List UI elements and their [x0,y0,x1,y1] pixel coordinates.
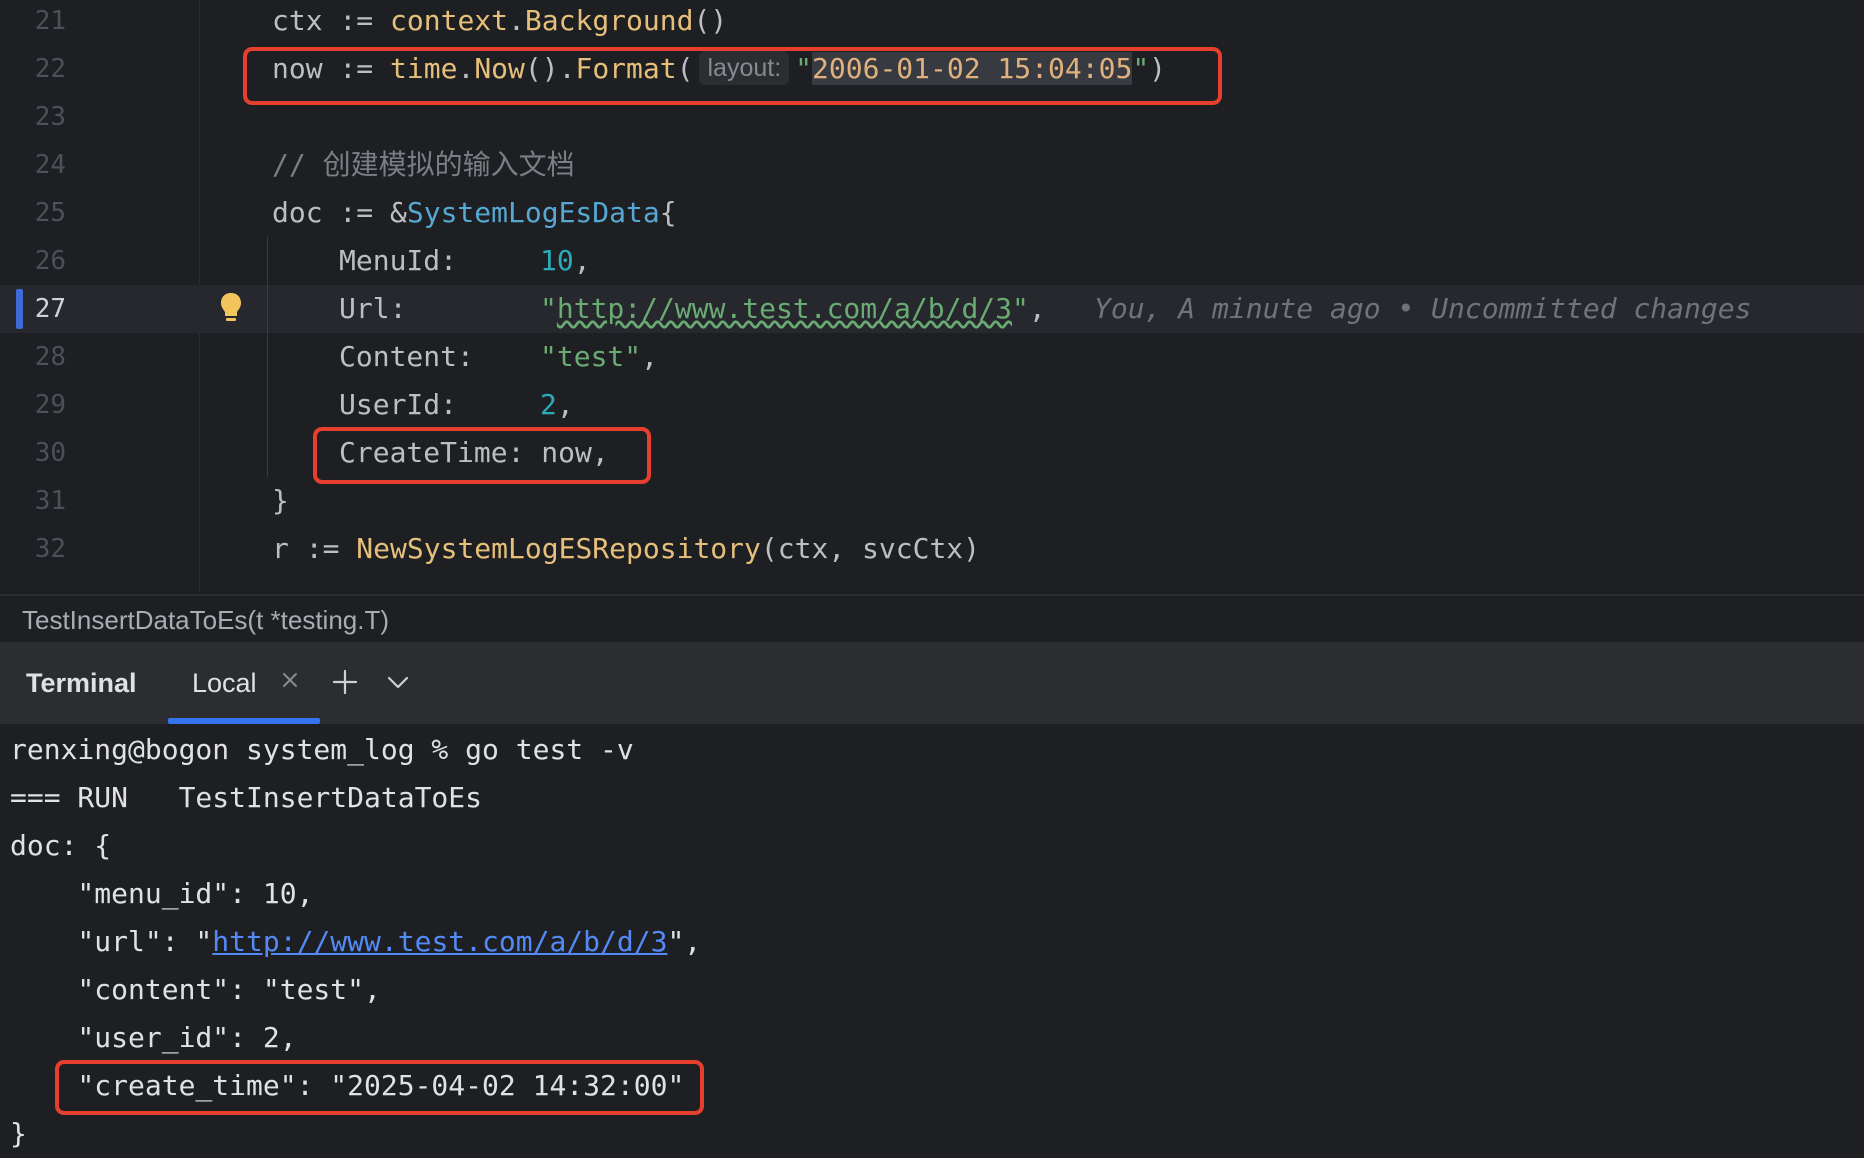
code-line[interactable]: 29 UserId: 2, [0,381,1864,429]
code-line-current[interactable]: 27 Url: "http://www.test.com/a/b/d/3", Y… [0,285,1864,333]
line-number: 31 [34,486,66,516]
terminal-line: "user_id": 2, [10,1021,297,1054]
code-line[interactable]: 25 doc := &SystemLogEsData{ [0,189,1864,237]
line-number: 22 [34,54,66,84]
highlight-box-createtime [313,427,651,484]
terminal-line: "content": "test", [10,973,381,1006]
code-line[interactable]: 26 MenuId: 10, [0,237,1864,285]
field-value: "http://www.test.com/a/b/d/3", [540,292,1046,325]
lightbulb-icon[interactable] [220,292,242,324]
terminal-line: } [10,1117,27,1150]
field-value: "test", [540,340,659,373]
code-line[interactable]: 28 Content: "test", [0,333,1864,381]
code-editor[interactable]: 21 ctx := context.Background() 22 now :=… [0,0,1864,592]
tab-label: Local [192,668,257,698]
code-text: doc := &SystemLogEsData{ [272,196,677,229]
terminal-url-link[interactable]: http://www.test.com/a/b/d/3 [212,925,667,958]
terminal-line: "menu_id": 10, [10,877,314,910]
line-number: 25 [34,198,66,228]
breadcrumb-function[interactable]: TestInsertDataToEs(t *testing.T) [22,596,389,644]
line-number: 24 [34,150,66,180]
code-line[interactable]: 30 CreateTime: now, [0,429,1864,477]
terminal-line: "url": "http://www.test.com/a/b/d/3", [10,925,702,958]
git-blame-annotation: You, A minute ago • Uncommitted changes [1094,292,1752,325]
code-line[interactable]: 24 // 创建模拟的输入文档 [0,141,1864,189]
terminal-line: renxing@bogon system_log % go test -v [10,733,634,766]
chevron-down-icon[interactable] [386,672,410,692]
field-key: MenuId: [339,244,458,277]
tab-local[interactable]: Local [168,642,320,724]
code-line[interactable]: 31 } [0,477,1864,525]
line-number: 32 [34,534,66,564]
terminal-toolbar: Terminal Local [0,642,1864,724]
code-text: } [272,484,289,517]
highlight-box-format [243,47,1222,105]
field-value: 2, [540,388,574,421]
field-key: Content: [339,340,474,373]
field-value: 10, [540,244,591,277]
line-number: 26 [34,246,66,276]
close-icon[interactable] [280,670,300,690]
code-line[interactable]: 21 ctx := context.Background() [0,0,1864,45]
plus-icon[interactable] [332,669,358,695]
terminal-line: === RUN TestInsertDataToEs [10,781,483,814]
terminal-title: Terminal [26,668,137,698]
terminal-output[interactable]: renxing@bogon system_log % go test -v ==… [0,724,1864,1154]
line-number: 29 [34,390,66,420]
indent-guide [267,237,268,477]
code-text: r := NewSystemLogESRepository(ctx, svcCt… [272,532,981,565]
terminal-line: doc: { [10,829,112,862]
line-number: 28 [34,342,66,372]
breadcrumb[interactable]: TestInsertDataToEs(t *testing.T) [0,594,1864,644]
field-key: UserId: [339,388,458,421]
line-number: 30 [34,438,66,468]
code-comment: // 创建模拟的输入文档 [272,148,575,181]
field-key: Url: [339,292,407,325]
line-number: 21 [34,6,66,36]
line-number: 23 [34,102,66,132]
highlight-box-create-time-output [55,1060,704,1115]
code-text: ctx := context.Background() [272,4,728,37]
line-number: 27 [34,294,66,324]
code-line[interactable]: 32 r := NewSystemLogESRepository(ctx, sv… [0,525,1864,573]
